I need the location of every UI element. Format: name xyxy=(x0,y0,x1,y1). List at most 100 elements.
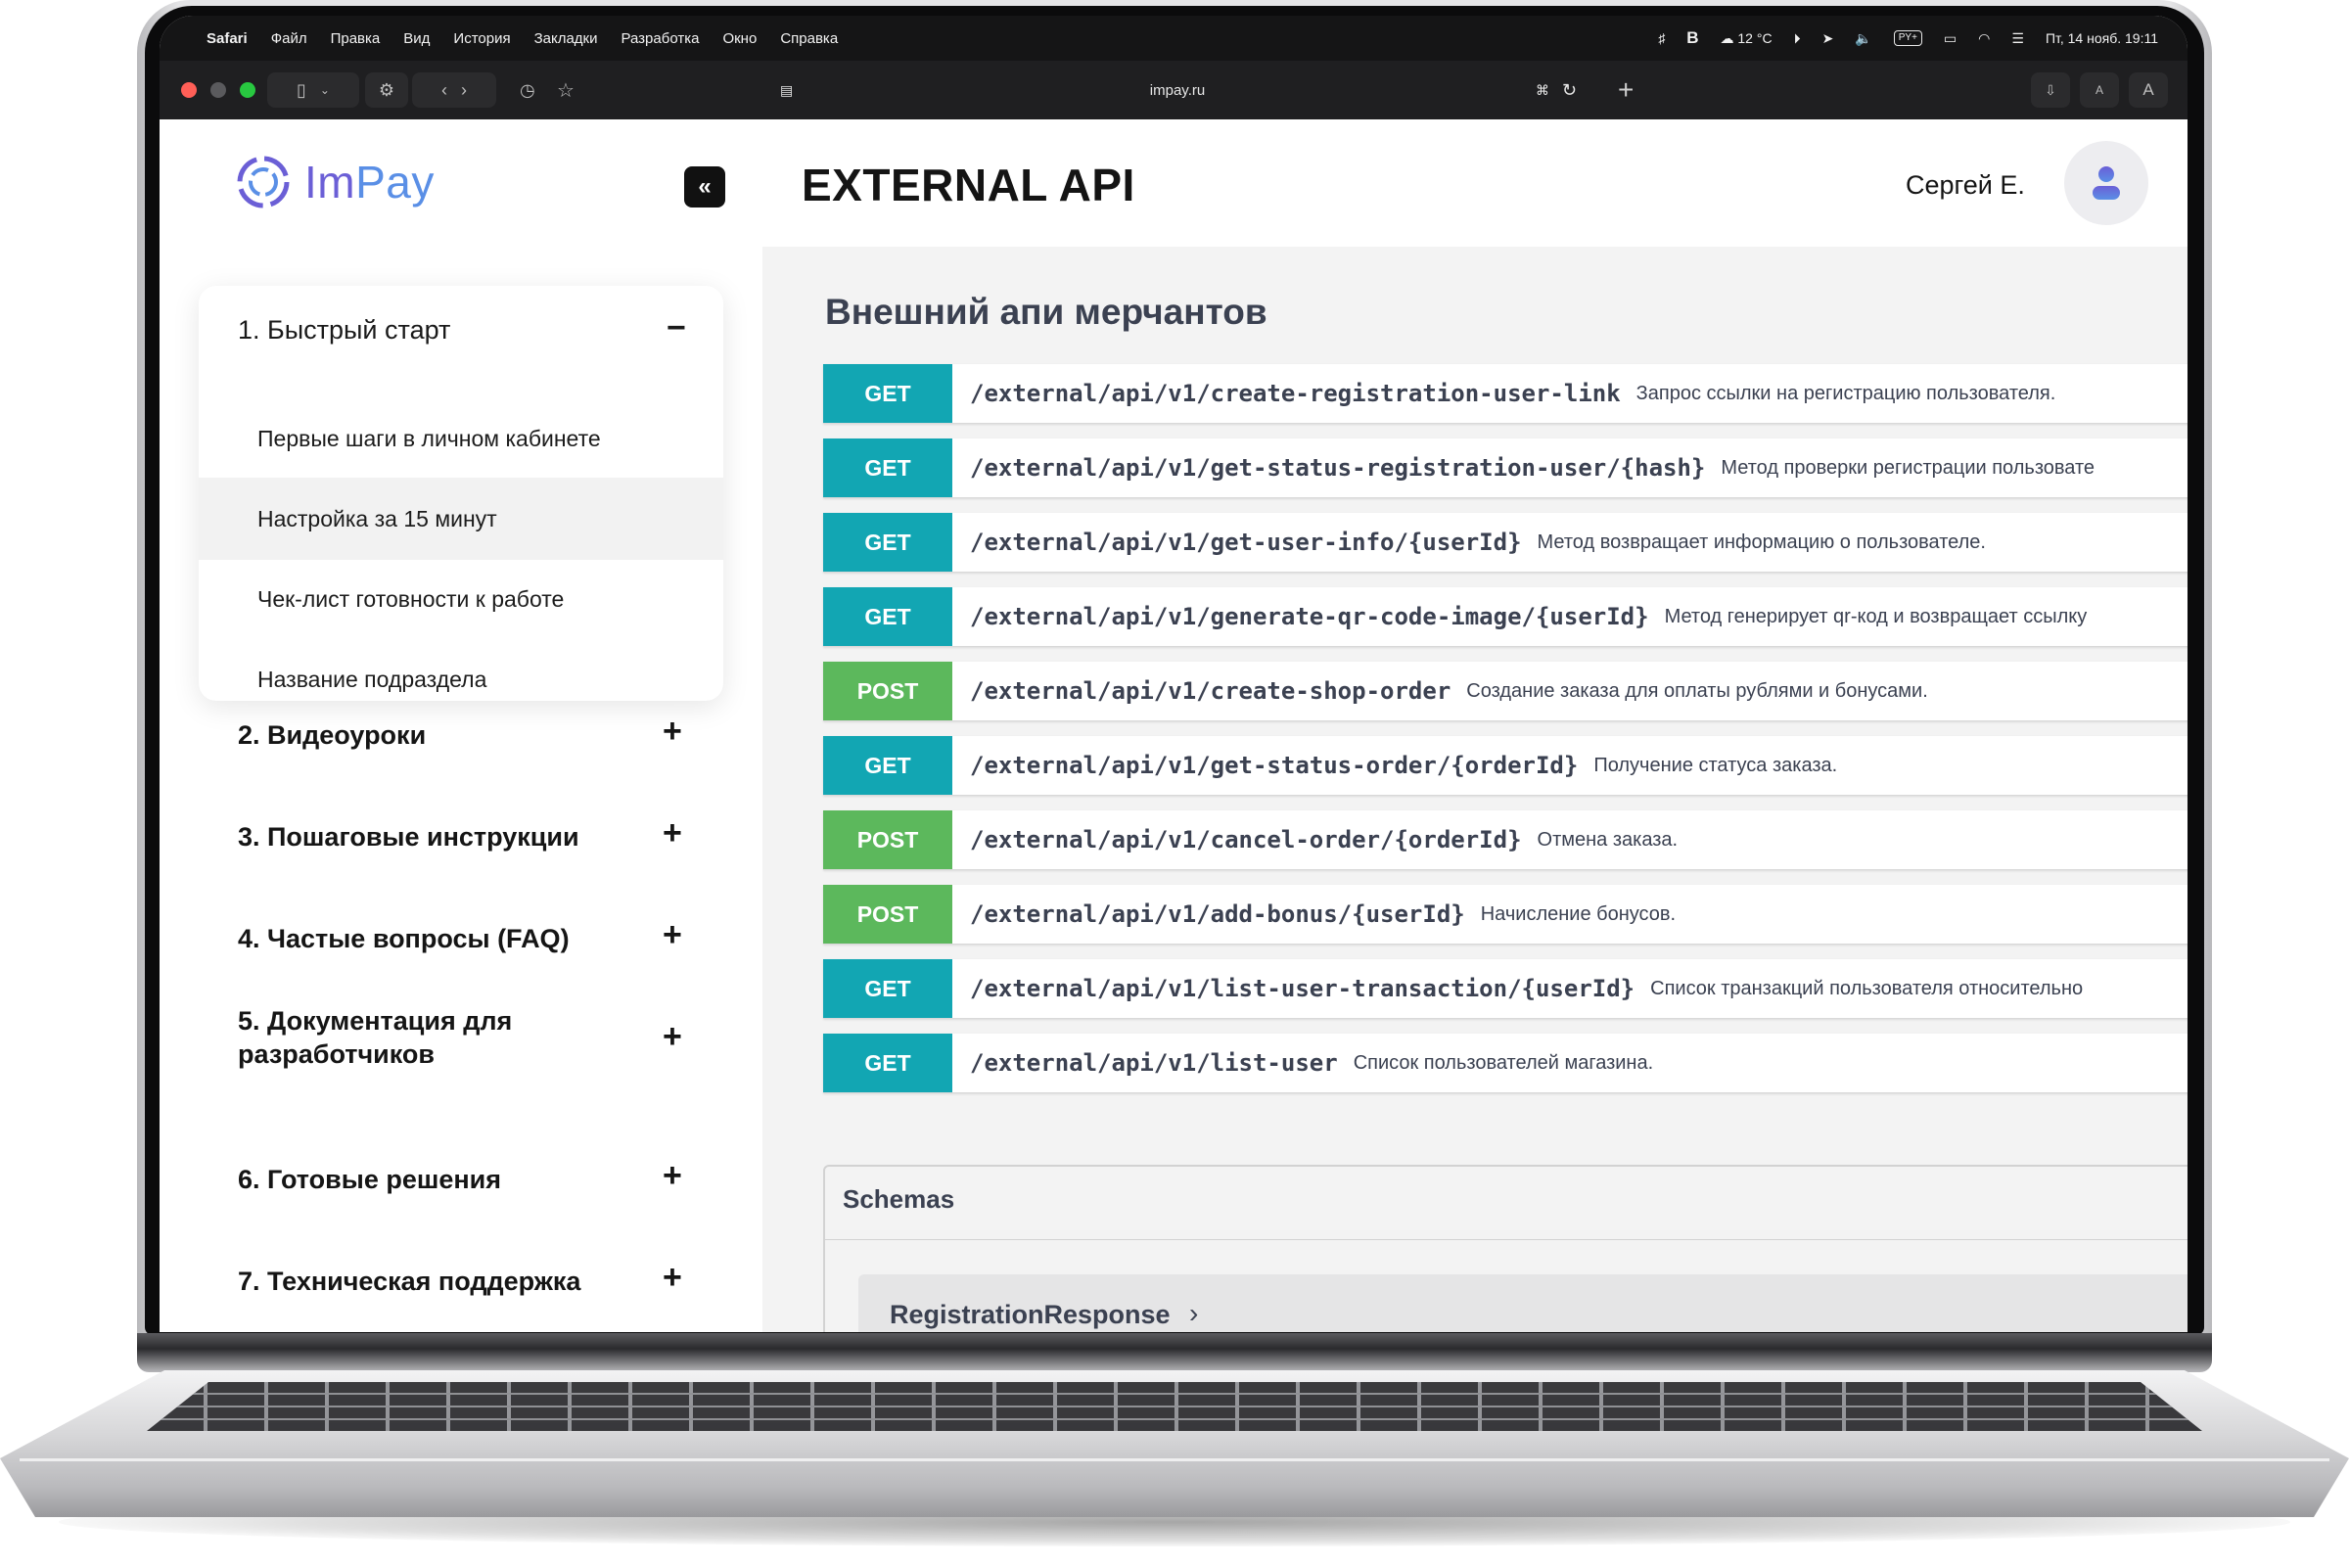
section-title-quick-start[interactable]: 1. Быстрый старт xyxy=(238,315,450,346)
method-badge: GET xyxy=(823,364,952,423)
nav-section-label[interactable]: 6. Готовые решения xyxy=(238,1163,708,1196)
impay-logo-icon xyxy=(237,156,290,208)
menu-item[interactable]: Разработка xyxy=(622,30,700,47)
chevron-right-icon: › xyxy=(1189,1298,1199,1328)
avatar[interactable] xyxy=(2064,141,2148,225)
schemas-panel: Schemas RegistrationResponse › xyxy=(823,1165,2188,1332)
logo-text-pay: Pay xyxy=(355,157,435,208)
sidebar-icon: ▯ xyxy=(297,79,306,100)
menu-item[interactable]: Правка xyxy=(331,30,381,47)
endpoint-row[interactable]: GET/external/api/v1/list-user-transactio… xyxy=(823,959,2188,1019)
method-badge: GET xyxy=(823,438,952,497)
method-badge: GET xyxy=(823,1034,952,1092)
nav-section-label[interactable]: 4. Частые вопросы (FAQ) xyxy=(238,922,708,955)
zoom-window-button[interactable] xyxy=(240,82,255,98)
endpoint-row[interactable]: GET/external/api/v1/get-status-order/{or… xyxy=(823,736,2188,796)
tray-b-icon[interactable]: B xyxy=(1686,28,1698,48)
endpoint-row[interactable]: POST/external/api/v1/cancel-order/{order… xyxy=(823,810,2188,870)
method-badge: GET xyxy=(823,959,952,1018)
figma-icon[interactable]: ♯ xyxy=(1658,30,1665,46)
endpoint-path: /external/api/v1/list-user xyxy=(970,1049,1338,1077)
expand-section-icon[interactable]: + xyxy=(663,1018,682,1056)
subsection-item[interactable]: Название подраздела xyxy=(199,638,723,701)
endpoint-description: Метод проверки регистрации пользовате xyxy=(1721,456,2096,479)
translate-icon[interactable]: ⌘ xyxy=(1536,82,1549,99)
text-smaller-button[interactable]: A xyxy=(2080,72,2119,108)
address-bar[interactable]: ▤ impay.ru ⌘ ↻ xyxy=(766,70,1589,110)
menu-item[interactable]: Вид xyxy=(403,30,430,47)
endpoint-description: Список транзакций пользователя относител… xyxy=(1650,977,2084,999)
endpoint-description: Начисление бонусов. xyxy=(1480,902,1677,925)
schema-row[interactable]: RegistrationResponse › xyxy=(858,1274,2188,1332)
schemas-title[interactable]: Schemas xyxy=(843,1184,954,1215)
nav-section-label[interactable]: 3. Пошаговые инструкции xyxy=(238,820,708,853)
menu-item[interactable]: Файл xyxy=(271,30,307,47)
menu-item[interactable]: Окно xyxy=(722,30,757,47)
menu-app-name[interactable]: Safari xyxy=(207,30,248,47)
sidebar-toggle-button[interactable]: ▯ ⌄ xyxy=(267,72,359,108)
send-icon[interactable]: ➤ xyxy=(1822,30,1834,47)
endpoint-row[interactable]: POST/external/api/v1/create-shop-order Со… xyxy=(823,662,2188,721)
endpoint-path: /external/api/v1/get-user-info/{userId} xyxy=(970,529,1522,556)
settings-button[interactable]: ⚙ xyxy=(365,72,408,108)
endpoint-path: /external/api/v1/create-shop-order xyxy=(970,677,1451,705)
page-settings-icon[interactable]: ▤ xyxy=(780,82,793,99)
forward-icon[interactable]: › xyxy=(461,80,467,101)
nav-section-label[interactable]: 7. Техническая поддержка xyxy=(238,1265,708,1298)
page-header: EXTERNAL API Сергей Е. xyxy=(762,119,2188,247)
subsection-item[interactable]: Первые шаги в личном кабинете xyxy=(199,397,723,480)
expand-section-icon[interactable]: + xyxy=(663,713,682,751)
collapse-sidebar-button[interactable]: « xyxy=(684,166,725,208)
user-name[interactable]: Сергей Е. xyxy=(1906,170,2025,201)
endpoint-description: Запрос ссылки на регистрацию пользовател… xyxy=(1635,382,2056,404)
endpoint-row[interactable]: GET/external/api/v1/get-status-registrat… xyxy=(823,438,2188,498)
subsection-item[interactable]: Настройка за 15 минут xyxy=(199,478,723,560)
endpoint-row[interactable]: GET/external/api/v1/get-user-info/{userI… xyxy=(823,513,2188,573)
endpoint-row[interactable]: POST/external/api/v1/add-bonus/{userId} Н… xyxy=(823,885,2188,945)
subsection-label: Чек-лист готовности к работе xyxy=(257,585,565,612)
play-icon[interactable]: ⏵ xyxy=(1794,30,1801,47)
double-chevron-left-icon: « xyxy=(698,173,712,200)
page-title: EXTERNAL API xyxy=(802,160,1135,210)
endpoint-path: /external/api/v1/generate-qr-code-image/… xyxy=(970,603,1649,630)
wifi-icon[interactable]: ◠ xyxy=(1978,30,1990,47)
collapse-section-icon[interactable]: − xyxy=(667,309,686,347)
new-tab-button[interactable]: + xyxy=(1618,74,1634,106)
downloads-button[interactable]: ⇩ xyxy=(2031,72,2070,108)
menu-item[interactable]: Закладки xyxy=(534,30,598,47)
weather-widget[interactable]: ☁ 12 °C xyxy=(1721,30,1773,47)
impay-logo[interactable]: ImPay xyxy=(236,155,435,209)
battery-icon[interactable]: ▭ xyxy=(1944,30,1957,47)
schemas-divider xyxy=(825,1239,2188,1240)
endpoint-row[interactable]: GET/external/api/v1/generate-qr-code-ima… xyxy=(823,587,2188,647)
star-icon[interactable]: ☆ xyxy=(557,78,575,103)
text-larger-button[interactable]: A xyxy=(2129,72,2168,108)
minimize-window-button[interactable] xyxy=(210,82,226,98)
back-icon[interactable]: ‹ xyxy=(441,80,447,101)
menu-item[interactable]: Справка xyxy=(780,30,838,47)
subsection-item[interactable]: Чек-лист готовности к работе xyxy=(199,558,723,640)
endpoint-description: Метод возвращает информацию о пользовате… xyxy=(1537,530,1986,553)
endpoint-path: /external/api/v1/list-user-transaction/{… xyxy=(970,975,1635,1002)
keyboard-layout-badge[interactable]: PY+ xyxy=(1893,30,1922,46)
expand-section-icon[interactable]: + xyxy=(663,1157,682,1195)
menubar-clock[interactable]: Пт, 14 нояб. 19:11 xyxy=(2046,30,2158,46)
history-icon[interactable]: ◷ xyxy=(520,80,535,101)
nav-section-label[interactable]: 5. Документация для разработчиков xyxy=(238,1004,561,1071)
cloud-icon: ☁ xyxy=(1720,29,1734,46)
control-center-icon[interactable]: ☰ xyxy=(2011,30,2024,47)
menu-item[interactable]: История xyxy=(453,30,510,47)
subsection-label: Название подраздела xyxy=(257,666,487,692)
expand-section-icon[interactable]: + xyxy=(663,1259,682,1297)
chevron-down-icon: ⌄ xyxy=(319,83,330,97)
volume-icon[interactable]: 🔈 xyxy=(1855,30,1871,47)
endpoint-row[interactable]: GET/external/api/v1/list-user Список поль… xyxy=(823,1034,2188,1093)
expand-section-icon[interactable]: + xyxy=(663,814,682,853)
method-badge: POST xyxy=(823,662,952,720)
endpoint-path: /external/api/v1/add-bonus/{userId} xyxy=(970,900,1465,928)
close-window-button[interactable] xyxy=(181,82,197,98)
nav-section-label[interactable]: 2. Видеоуроки xyxy=(238,718,708,752)
reload-icon[interactable]: ↻ xyxy=(1562,80,1577,101)
expand-section-icon[interactable]: + xyxy=(663,916,682,954)
endpoint-row[interactable]: GET/external/api/v1/create-registration-… xyxy=(823,364,2188,424)
